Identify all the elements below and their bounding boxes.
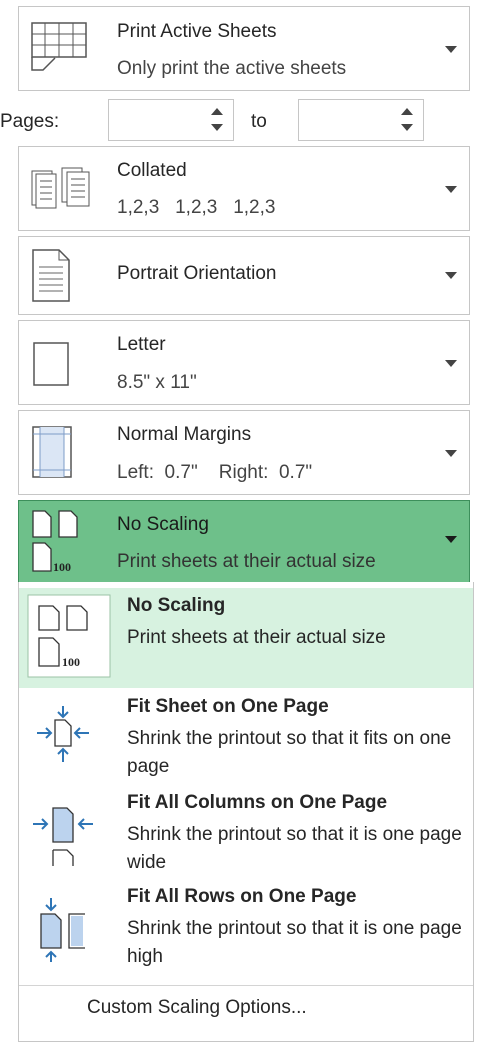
spin-down-icon[interactable] [211,124,223,131]
margins-title: Normal Margins [117,424,252,445]
scaling-title: No Scaling [117,514,209,535]
menu-item-fit-columns[interactable]: Fit All Columns on One Page Shrink the p… [19,792,473,888]
orientation-dropdown[interactable]: Portrait Orientation [18,236,470,315]
chevron-down-icon [445,536,457,543]
scaling-menu: 100 No Scaling Print sheets at their act… [18,582,474,1042]
menu-item-description: Shrink the printout so that it fits on o… [127,728,452,777]
custom-scaling-options-link[interactable]: Custom Scaling Options... [87,997,307,1019]
collation-dropdown[interactable]: Collated 1,2,3 1,2,3 1,2,3 [18,146,470,231]
menu-item-description: Print sheets at their actual size [127,627,386,648]
fit-rows-icon [31,896,95,967]
pages-to-input[interactable] [298,99,424,141]
paper-size-dropdown[interactable]: Letter 8.5" x 11" [18,320,470,405]
menu-item-title: Fit All Rows on One Page [127,886,357,907]
print-what-dropdown[interactable]: Print Active Sheets Only print the activ… [18,6,470,91]
spin-up-icon[interactable] [401,108,413,115]
menu-item-title: Fit All Columns on One Page [127,792,388,813]
menu-item-description: Shrink the printout so that it is one pa… [127,824,462,873]
print-what-subtitle: Only print the active sheets [117,58,347,79]
menu-item-title: No Scaling [127,595,226,616]
collation-title: Collated [117,160,187,181]
menu-item-no-scaling[interactable]: 100 No Scaling Print sheets at their act… [19,588,473,688]
paper-size-subtitle: 8.5" x 11" [117,372,197,393]
scaling-dropdown[interactable]: 100 No Scaling Print sheets at their act… [18,500,470,583]
spin-up-icon[interactable] [211,108,223,115]
collation-subtitle: 1,2,3 1,2,3 1,2,3 [117,197,276,218]
chevron-down-icon [445,272,457,279]
chevron-down-icon [445,360,457,367]
pages-label: Pages: [0,111,60,132]
no-scaling-icon: 100 [27,594,111,683]
paper-size-icon [31,341,71,392]
margins-subtitle: Left: 0.7" Right: 0.7" [117,462,313,483]
svg-text:100: 100 [62,655,80,669]
spin-down-icon[interactable] [401,124,413,131]
print-what-title: Print Active Sheets [117,21,277,42]
fit-sheet-icon [31,704,95,773]
margins-dropdown[interactable]: Normal Margins Left: 0.7" Right: 0.7" [18,410,470,495]
menu-item-description: Shrink the printout so that it is one pa… [127,918,462,967]
no-scaling-icon: 100 [31,509,91,580]
chevron-down-icon [445,450,457,457]
menu-item-fit-sheet[interactable]: Fit Sheet on One Page Shrink the printou… [19,694,473,790]
chevron-down-icon [445,46,457,53]
paper-size-title: Letter [117,334,166,355]
scaling-subtitle: Print sheets at their actual size [117,551,376,572]
menu-divider [19,985,473,986]
chevron-down-icon [445,186,457,193]
menu-item-title: Fit Sheet on One Page [127,696,329,717]
orientation-title: Portrait Orientation [117,263,277,284]
active-sheets-icon [31,22,89,77]
pages-to-label: to [251,111,267,132]
svg-text:100: 100 [53,560,71,574]
pages-from-input[interactable] [108,99,234,141]
collated-pages-icon [31,167,95,214]
portrait-page-icon [31,249,71,308]
margins-icon [31,425,73,484]
fit-columns-icon [31,804,95,873]
menu-item-fit-rows[interactable]: Fit All Rows on One Page Shrink the prin… [19,886,473,984]
